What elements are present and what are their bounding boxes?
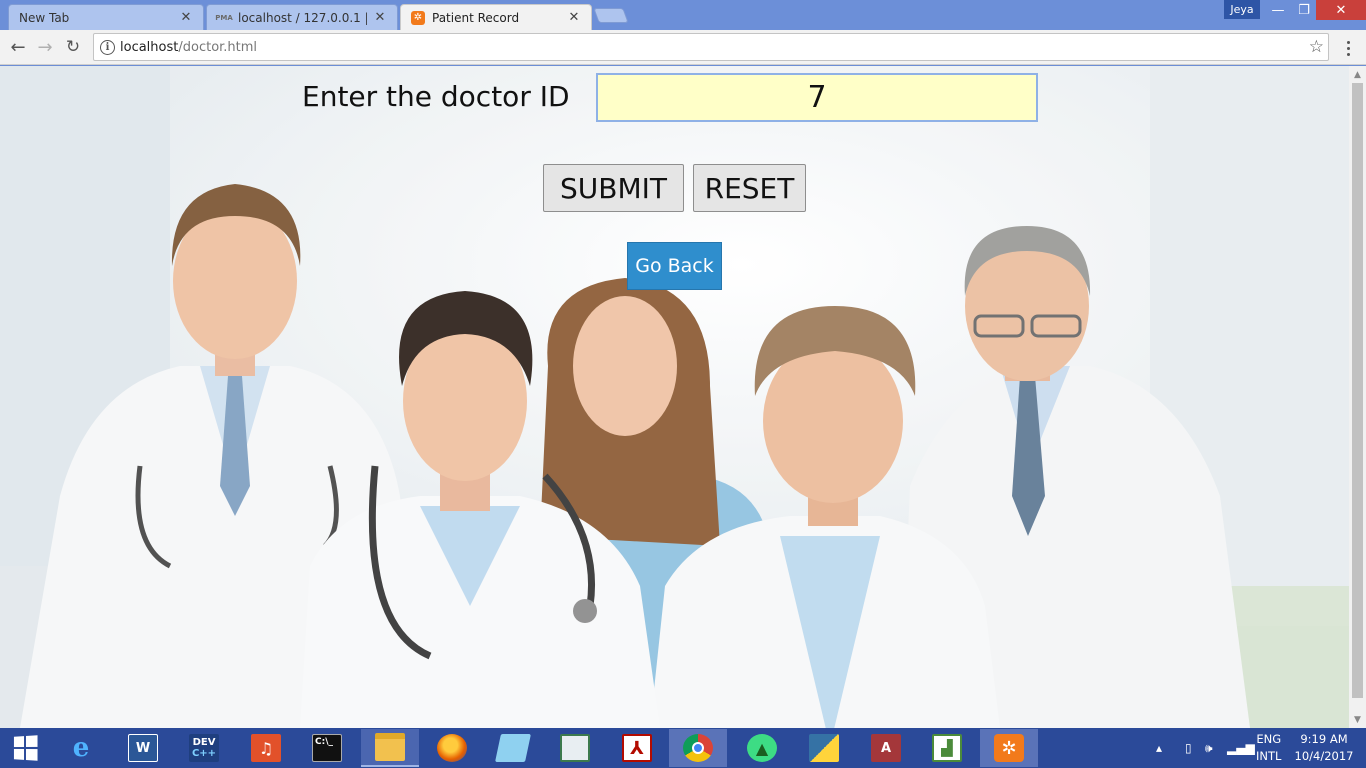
restore-icon[interactable]: ❐ <box>1292 0 1316 20</box>
taskbar-word[interactable]: W <box>114 729 172 767</box>
close-icon[interactable]: ✕ <box>567 10 581 25</box>
taskbar-xampp[interactable]: ✲ <box>980 729 1038 767</box>
doctor-id-label: Enter the doctor ID <box>302 80 570 113</box>
scrollbar-thumb[interactable] <box>1352 83 1363 698</box>
minimize-icon[interactable]: — <box>1264 0 1292 20</box>
tab-new-tab[interactable]: New Tab ✕ <box>8 4 204 30</box>
access-icon: A <box>871 734 901 762</box>
xampp-icon: ✲ <box>411 10 425 25</box>
language-label: ENG <box>1256 732 1282 746</box>
address-bar[interactable]: i localhost/doctor.html ☆ <box>93 33 1329 61</box>
tab-phpmyadmin[interactable]: PMA localhost / 127.0.0.1 | ph ✕ <box>206 4 398 30</box>
windows-start-button[interactable] <box>0 729 50 767</box>
vertical-scrollbar[interactable]: ▲ ▼ <box>1349 66 1366 728</box>
tray-show-hidden-icon[interactable]: ▴ <box>1156 728 1162 768</box>
taskbar-music-player[interactable]: ♫ <box>237 729 295 767</box>
keyboard-label: INTL <box>1256 749 1282 763</box>
taskbar-file-explorer[interactable] <box>361 729 419 767</box>
tab-patient-record[interactable]: ✲ Patient Record ✕ <box>400 4 592 30</box>
browser-menu-icon[interactable] <box>1340 38 1356 58</box>
browser-toolbar: ← → ↻ i localhost/doctor.html ☆ <box>0 30 1366 65</box>
taskbar-python[interactable] <box>795 729 853 767</box>
back-arrow-icon[interactable]: ← <box>6 36 30 58</box>
xampp-icon: ✲ <box>994 734 1024 762</box>
user-profile-badge[interactable]: Jeya <box>1224 0 1260 19</box>
scroll-down-arrow-icon[interactable]: ▼ <box>1349 711 1366 728</box>
android-studio-icon: ▲ <box>747 734 777 762</box>
scroll-up-arrow-icon[interactable]: ▲ <box>1349 66 1366 83</box>
python-icon <box>809 734 839 762</box>
network-signal-icon[interactable]: ▂▄▆ <box>1227 728 1255 768</box>
forward-arrow-icon[interactable]: → <box>33 36 57 58</box>
reload-icon[interactable]: ↻ <box>61 36 85 58</box>
language-indicator[interactable]: ENG INTL <box>1256 728 1281 768</box>
taskbar-command-prompt[interactable]: C:\_ <box>298 729 356 767</box>
taskbar-android-studio[interactable]: ▲ <box>733 729 791 767</box>
taskbar-access[interactable]: A <box>857 729 915 767</box>
devcpp-label: DEV <box>192 737 216 748</box>
taskbar-charts-app[interactable]: ▟ <box>918 729 976 767</box>
info-icon[interactable]: i <box>100 40 115 55</box>
page-content: Enter the doctor ID SUBMIT RESET Go Back <box>0 66 1349 728</box>
clock-date: 10/4/2017 <box>1294 749 1354 763</box>
volume-icon[interactable]: 🕪 <box>1205 728 1213 768</box>
clock-time: 9:19 AM <box>1300 732 1348 746</box>
windows-start-icon <box>13 735 38 761</box>
tab-label: localhost / 127.0.0.1 | ph <box>238 10 367 25</box>
word-icon: W <box>128 734 158 762</box>
reset-button[interactable]: RESET <box>693 164 806 212</box>
tab-label: Patient Record <box>432 10 520 25</box>
doctor-id-form: Enter the doctor ID SUBMIT RESET Go Back <box>0 66 1349 728</box>
taskbar-chrome[interactable] <box>669 729 727 767</box>
chrome-icon <box>683 734 713 762</box>
taskbar-acrobat[interactable]: ⅄ <box>608 729 666 767</box>
url-path: /doctor.html <box>178 40 258 55</box>
tab-label: New Tab <box>19 10 70 25</box>
clock[interactable]: 9:19 AM 10/4/2017 <box>1294 728 1354 768</box>
devcpp-icon: DEV C++ <box>189 734 219 762</box>
taskbar-firefox[interactable] <box>423 729 481 767</box>
doctor-id-input[interactable] <box>596 73 1038 122</box>
url-host: localhost <box>120 40 179 55</box>
acrobat-icon: ⅄ <box>622 734 652 762</box>
window-close-icon[interactable]: ✕ <box>1316 0 1366 20</box>
bookmark-star-icon[interactable]: ☆ <box>1309 37 1324 57</box>
notepad-icon <box>495 734 531 762</box>
taskbar-internet-explorer[interactable]: e <box>52 729 110 767</box>
file-explorer-icon <box>375 733 405 761</box>
browser-titlebar: New Tab ✕ PMA localhost / 127.0.0.1 | ph… <box>0 0 1366 30</box>
taskbar-document-viewer[interactable] <box>546 729 604 767</box>
go-back-button[interactable]: Go Back <box>627 242 722 290</box>
url-text[interactable]: localhost/doctor.html <box>120 40 257 55</box>
document-viewer-icon <box>560 734 590 762</box>
music-player-icon: ♫ <box>251 734 281 762</box>
close-icon[interactable]: ✕ <box>373 10 387 25</box>
taskbar-devcpp[interactable]: DEV C++ <box>175 729 233 767</box>
battery-icon[interactable]: ▯ <box>1185 728 1192 768</box>
charts-app-icon: ▟ <box>932 734 962 762</box>
close-icon[interactable]: ✕ <box>179 10 193 25</box>
firefox-icon <box>437 734 467 762</box>
command-prompt-icon: C:\_ <box>312 734 342 762</box>
submit-button[interactable]: SUBMIT <box>543 164 684 212</box>
internet-explorer-icon: e <box>72 733 90 763</box>
new-tab-button[interactable] <box>593 8 629 23</box>
taskbar-notepad[interactable] <box>484 729 542 767</box>
phpmyadmin-icon: PMA <box>215 13 233 22</box>
